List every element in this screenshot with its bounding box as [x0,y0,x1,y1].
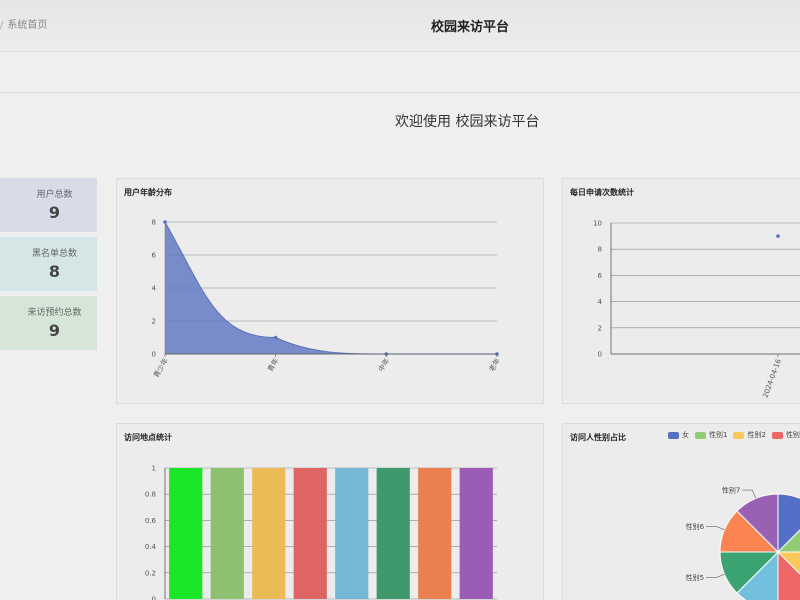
panel-gender: 访问人性别占比 女性别1性别2性别3 性别5性别6性别7 [562,423,800,600]
pie-label: 性别6 [686,522,705,531]
bar [252,468,286,599]
y-tick-label: 0.8 [145,491,156,499]
location-bar-chart: 0 0.2 0.4 0.6 0.8 1 [145,465,497,600]
stat-label: 黑名单总数 [31,249,77,259]
y-tick-label: 4 [598,298,603,306]
y-tick-label: 8 [152,219,156,227]
top-bar: / 系统首页 校园来访平台 [0,0,800,52]
x-tick-label: 青年 [266,357,281,374]
y-tick-label: 1 [152,465,156,473]
panel-age: 用户年龄分布 0 2 4 6 8 青少年 青年 中年 老年 [116,178,544,404]
y-tick-label: 10 [593,220,602,228]
x-tick-label: 老年 [487,357,502,374]
app-title: 校园来访平台 [430,20,509,35]
stat-value: 9 [48,203,61,222]
y-tick-label: 0.2 [145,569,156,577]
daily-scatter-chart: 0 2 4 6 8 10 2024-04-16 [593,220,800,399]
bar [169,468,203,599]
sub-toolbar [0,53,800,93]
pie-label-line [706,526,725,531]
stat-label: 用户总数 [36,190,73,200]
y-tick-label: 0 [598,351,602,359]
x-tick-label: 青少年 [151,357,169,380]
stat-card-appointments: 来访预约总数 9 [0,296,97,350]
stat-value: 8 [48,262,61,281]
y-tick-label: 2 [598,324,602,332]
y-tick-label: 0 [152,596,156,600]
bar [418,468,452,599]
y-tick-label: 0.4 [145,543,157,551]
x-tick-label: 中年 [376,357,391,374]
y-tick-label: 0 [152,351,156,359]
y-tick-label: 8 [598,246,602,254]
welcome-text: 欢迎使用 校园来访平台 [395,114,540,130]
y-tick-label: 2 [152,318,156,326]
y-tick-label: 6 [152,252,157,260]
stat-card-users: 用户总数 9 [0,178,97,232]
pie-label-line [706,573,725,578]
bar [210,468,244,599]
x-tick-label: 2024-04-16 [761,357,783,398]
data-point [776,234,780,238]
panel-location: 访问地点统计 0 0.2 0.4 0.6 0.8 1 [116,423,544,600]
data-point [163,220,167,224]
bar [376,468,410,599]
y-tick-label: 6 [598,272,603,280]
pie-label-line [742,489,757,499]
stat-label: 来访预约总数 [27,308,82,318]
gender-pie-chart: 性别5 性别6 性别7 [686,486,800,600]
bar [335,468,369,599]
age-area-chart: 0 2 4 6 8 青少年 青年 中年 老年 [151,219,502,380]
panel-daily: 每日申请次数统计 0 2 4 6 8 10 2024-04-16 [562,178,800,404]
pie-label: 性别5 [686,573,704,582]
stat-value: 9 [48,321,61,340]
bar [293,468,327,599]
y-tick-label: 4 [152,285,157,293]
stat-card-blacklist: 黑名单总数 8 [0,237,97,291]
data-point [273,335,278,340]
y-tick-label: 0.6 [145,517,157,525]
bar [459,468,493,599]
pie-label: 性别7 [722,486,740,495]
